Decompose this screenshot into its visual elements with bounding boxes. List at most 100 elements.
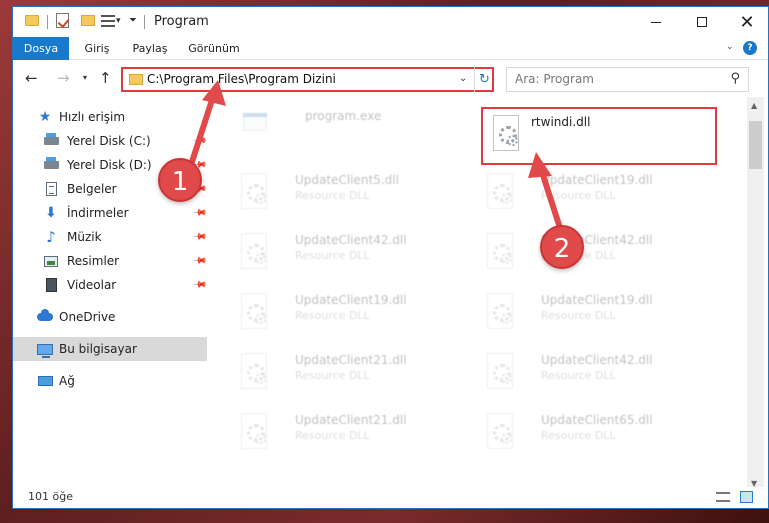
vertical-scrollbar[interactable]: ▲ ▼	[747, 97, 764, 492]
file-name: UpdateClient21.dll	[295, 413, 407, 427]
pin-icon: 📌	[192, 181, 208, 197]
address-path[interactable]: C:\Program Files\Program Dizini	[147, 72, 336, 86]
new-folder-icon[interactable]	[81, 15, 95, 26]
sidebar-item-videos[interactable]: Videolar 📌	[13, 273, 207, 297]
music-icon: ♪	[46, 228, 56, 246]
scroll-thumb[interactable]	[749, 121, 762, 169]
file-item-program-exe[interactable]: program.exe	[231, 103, 467, 161]
sidebar-item-label: Müzik	[67, 230, 102, 244]
drive-icon	[43, 133, 59, 149]
sidebar-item-documents[interactable]: Belgeler 📌	[13, 177, 207, 201]
dll-file-icon	[485, 413, 515, 451]
sidebar-item-label: Videolar	[67, 278, 117, 292]
document-icon	[43, 181, 59, 197]
address-bar[interactable]: C:\Program Files\Program Dizini ⌄ ↻	[121, 67, 494, 92]
sidebar-item-quick-access[interactable]: ★ Hızlı erişim	[13, 105, 207, 129]
details-view-icon[interactable]	[716, 492, 730, 502]
tab-share[interactable]: Paylaş	[127, 37, 173, 60]
file-item[interactable]: UpdateClient19.dll Resource DLL	[477, 287, 713, 345]
file-list: program.exe rtwindi.dll UpdateClient5.dl…	[211, 97, 747, 492]
large-icons-view-icon[interactable]	[740, 491, 753, 503]
file-type: Resource DLL	[295, 369, 370, 382]
file-type: Resource DLL	[541, 369, 616, 382]
toolbar-separator	[47, 15, 48, 29]
file-name: UpdateClient42.dll	[295, 233, 407, 247]
sidebar-item-label: Hızlı erişim	[59, 110, 126, 124]
close-button[interactable]: ✕	[724, 7, 768, 37]
pin-icon: 📌	[192, 229, 208, 245]
navigation-pane: ★ Hızlı erişim Yerel Disk (C:) 📌 Yerel D…	[13, 97, 210, 492]
file-item[interactable]: UpdateClient19.dll Resource DLL	[477, 167, 713, 225]
computer-icon	[37, 341, 53, 358]
dll-file-icon	[485, 173, 515, 211]
tab-home[interactable]: Giriş	[79, 37, 115, 60]
up-arrow-icon[interactable]: ↑	[99, 69, 112, 87]
folder-icon	[129, 74, 143, 85]
drive-icon	[43, 157, 59, 173]
sidebar-item-local-disk-c[interactable]: Yerel Disk (C:) 📌	[13, 129, 207, 153]
ribbon-tabs: Dosya Giriş Paylaş Görünüm ⌄ ?	[13, 37, 768, 60]
star-icon: ★	[38, 109, 52, 125]
tab-view[interactable]: Görünüm	[185, 37, 243, 60]
sidebar-item-onedrive[interactable]: OneDrive	[13, 305, 207, 329]
forward-arrow-icon[interactable]: →	[57, 69, 70, 87]
expand-ribbon-icon[interactable]: ⌄	[726, 42, 734, 52]
sidebar-item-label: Belgeler	[67, 182, 117, 196]
file-name: UpdateClient65.dll	[541, 413, 653, 427]
file-type: Resource DLL	[541, 429, 616, 442]
file-item[interactable]: UpdateClient42.dll Resource DLL	[477, 227, 713, 285]
pin-icon: 📌	[192, 205, 208, 221]
download-icon: ⬇	[45, 205, 57, 221]
file-item[interactable]: UpdateClient65.dll Resource DLL	[477, 407, 713, 465]
sidebar-item-network[interactable]: Ağ	[13, 369, 207, 393]
file-name: rtwindi.dll	[531, 115, 591, 129]
file-name: UpdateClient5.dll	[295, 173, 399, 187]
file-item[interactable]: UpdateClient42.dll Resource DLL	[477, 347, 713, 405]
file-item[interactable]: UpdateClient5.dll Resource DLL	[231, 167, 467, 225]
application-icon	[243, 111, 267, 133]
search-input[interactable]: Ara: Program ⚲	[506, 67, 749, 92]
file-type: Resource DLL	[541, 249, 616, 262]
toolbar-separator	[144, 15, 145, 29]
search-icon[interactable]: ⚲	[730, 71, 740, 86]
sidebar-item-label: Bu bilgisayar	[59, 342, 137, 356]
sidebar-item-music[interactable]: ♪ Müzik 📌	[13, 225, 207, 249]
minimize-button[interactable]	[633, 7, 679, 37]
tab-file[interactable]: Dosya	[13, 37, 69, 60]
file-type: Resource DLL	[295, 429, 370, 442]
file-item[interactable]: UpdateClient21.dll Resource DLL	[231, 347, 467, 405]
dll-file-icon	[239, 353, 269, 391]
sidebar-item-local-disk-d[interactable]: Yerel Disk (D:) 📌	[13, 153, 207, 177]
file-item[interactable]: UpdateClient42.dll Resource DLL	[231, 227, 467, 285]
file-item[interactable]: UpdateClient19.dll Resource DLL	[231, 287, 467, 345]
sidebar-item-pictures[interactable]: Resimler 📌	[13, 249, 207, 273]
title-bar: ▾ ⏷ Program ✕	[13, 7, 768, 37]
sidebar-item-label: OneDrive	[59, 310, 116, 324]
properties-check-icon[interactable]	[56, 13, 69, 28]
scroll-up-icon[interactable]: ▲	[751, 101, 757, 110]
dll-file-icon	[485, 233, 515, 271]
file-type: Resource DLL	[295, 309, 370, 322]
recent-locations-icon[interactable]: ▾	[83, 73, 87, 82]
file-item-rtwindi-dll[interactable]: rtwindi.dll	[481, 107, 717, 165]
sidebar-item-label: Yerel Disk (C:)	[67, 134, 151, 148]
file-name: UpdateClient42.dll	[541, 233, 653, 247]
file-item[interactable]: UpdateClient21.dll Resource DLL	[231, 407, 467, 465]
sidebar-item-this-pc[interactable]: Bu bilgisayar	[13, 337, 207, 361]
status-bar: 101 öğe	[13, 487, 768, 508]
customize-toolbar-icon[interactable]: ⏷	[129, 15, 137, 26]
help-icon[interactable]: ?	[743, 41, 757, 55]
pin-icon: 📌	[192, 253, 208, 269]
folder-icon[interactable]	[25, 15, 39, 26]
address-dropdown-icon[interactable]: ⌄	[459, 73, 467, 84]
properties-icon[interactable]	[101, 15, 115, 27]
refresh-icon[interactable]: ↻	[474, 67, 494, 92]
sidebar-item-label: Resimler	[67, 254, 120, 268]
network-icon	[37, 373, 53, 389]
dll-file-icon	[239, 233, 269, 271]
file-type: Resource DLL	[541, 189, 616, 202]
sidebar-item-downloads[interactable]: ⬇ İndirmeler 📌	[13, 201, 207, 225]
back-arrow-icon[interactable]: ←	[25, 69, 38, 87]
chevron-down-icon[interactable]: ▾	[116, 16, 121, 26]
maximize-button[interactable]	[679, 7, 725, 37]
